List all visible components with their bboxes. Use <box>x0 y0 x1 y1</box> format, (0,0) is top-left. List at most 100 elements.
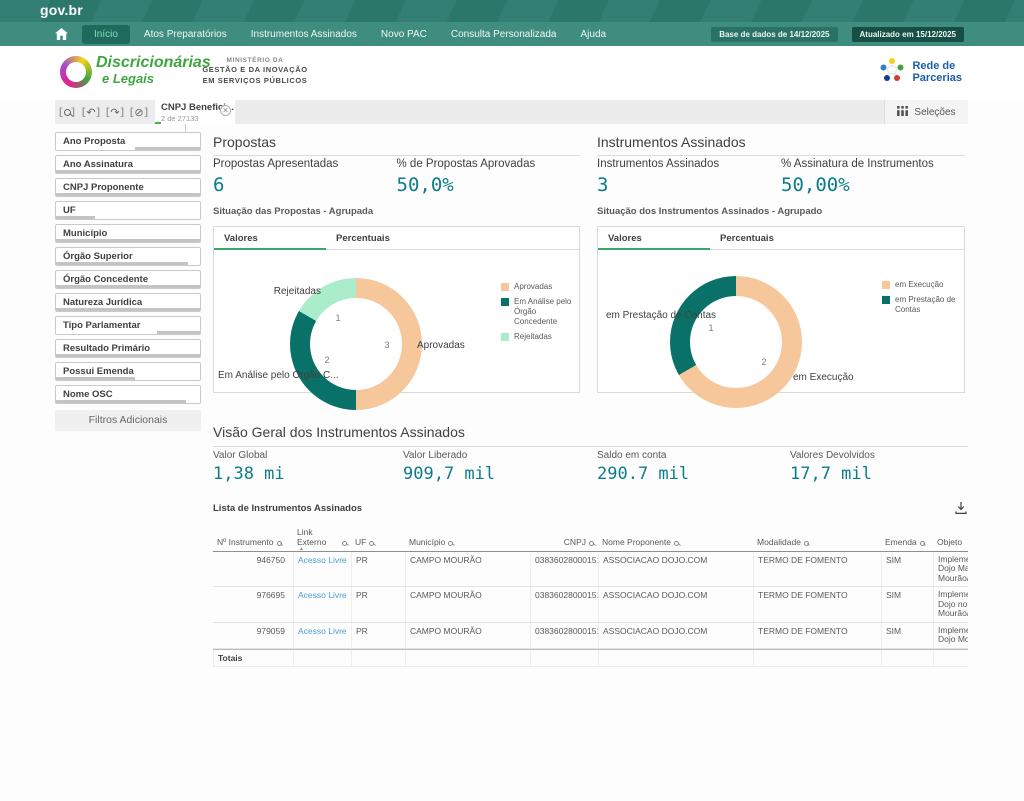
column-search-icon[interactable] <box>589 541 594 546</box>
kpi-valor-liberado: Valor Liberado 909,7 mil <box>403 450 495 484</box>
cell-n-instrumento[interactable]: 979059 <box>213 623 293 648</box>
nav-item-atos-preparatorios[interactable]: Atos Preparatórios <box>134 25 237 44</box>
filter-uf[interactable]: UF <box>55 201 201 220</box>
filter-ano-assinatura[interactable]: Ano Assinatura <box>55 155 201 174</box>
cell-link-externo[interactable]: Acesso Livre <box>293 587 351 622</box>
legend-item-em-analise-pelo-orgao-concedente[interactable]: Em Análise pelo ÓrgãoConcedente <box>501 297 579 327</box>
cell-emenda[interactable]: SIM <box>881 587 933 622</box>
cell-emenda[interactable]: SIM <box>881 623 933 648</box>
cell-n-instrumento[interactable]: 976695 <box>213 587 293 622</box>
cell-uf[interactable]: PR <box>351 552 405 587</box>
cell-municipio[interactable]: CAMPO MOURÃO <box>405 587 530 622</box>
cell-cnpj[interactable]: 03836028000151 <box>530 552 598 587</box>
selection-chip-cnpj-beneficiario[interactable]: CNPJ Benefici... 2 de 27133 ✕ <box>155 100 235 124</box>
filter-possui-emenda[interactable]: Possui Emenda <box>55 362 201 381</box>
home-icon[interactable] <box>55 28 68 40</box>
cell-nome-proponente[interactable]: ASSOCIACAO DOJO.COM <box>598 552 753 587</box>
cell-link-externo[interactable]: Acesso Livre <box>293 623 351 648</box>
propostas-section: Propostas Propostas Apresentadas 6 % de … <box>213 134 580 156</box>
column-search-icon[interactable] <box>342 541 347 546</box>
instrumentos-donut-chart[interactable] <box>670 276 802 408</box>
cell-nome-proponente[interactable]: ASSOCIACAO DOJO.COM <box>598 623 753 648</box>
instrumentos-chart-title: Situação dos Instrumentos Assinados - Ag… <box>597 206 822 217</box>
tab-percentuais[interactable]: Percentuais <box>710 227 822 249</box>
filter-tipo-parlamentar[interactable]: Tipo Parlamentar <box>55 316 201 335</box>
table-header-row: Nº InstrumentoLink Externo▲ UF MunicípioCN… <box>213 526 968 552</box>
legend-item-aprovadas[interactable]: Aprovadas <box>501 282 579 292</box>
tab-valores[interactable]: Valores <box>598 227 710 249</box>
ministry-line-2: GESTÃO E DA INOVAÇÃO <box>196 65 314 76</box>
column-search-icon[interactable] <box>920 541 925 546</box>
nav-item-instrumentos-assinados[interactable]: Instrumentos Assinados <box>241 25 367 44</box>
cell-municipio[interactable]: CAMPO MOURÃO <box>405 552 530 587</box>
cell-municipio[interactable]: CAMPO MOURÃO <box>405 623 530 648</box>
filter-municipio[interactable]: Município <box>55 224 201 243</box>
cell-objeto[interactable]: ImplementaDojo Movim <box>933 623 968 648</box>
filter-scrollbar <box>56 239 200 242</box>
cell-modalidade[interactable]: TERMO DE FOMENTO <box>753 587 881 622</box>
sort-ascending-icon[interactable]: ▲ <box>299 546 304 552</box>
column-header-uf[interactable]: UF <box>351 536 405 551</box>
filter-orgao-superior[interactable]: Órgão Superior <box>55 247 201 266</box>
kpi-label: Valores Devolvidos <box>790 450 875 461</box>
cell-link-externo[interactable]: Acesso Livre <box>293 552 351 587</box>
cell-emenda[interactable]: SIM <box>881 552 933 587</box>
legend-swatch <box>882 296 890 304</box>
nav-item-inicio[interactable]: Início <box>82 25 130 44</box>
selection-chip-count: 2 de 27133 <box>161 114 229 123</box>
cell-n-instrumento[interactable]: 946750 <box>213 552 293 587</box>
legend-item-em-prestacao-de-contas[interactable]: em Prestação de Contas <box>882 295 964 315</box>
legend-item-em-execucao[interactable]: em Execução <box>882 280 964 290</box>
column-search-icon[interactable] <box>369 541 374 546</box>
filter-nome-osc[interactable]: Nome OSC <box>55 385 201 404</box>
nav-item-novo-pac[interactable]: Novo PAC <box>371 25 437 44</box>
step-forward-icon[interactable]: [↷] <box>103 100 127 124</box>
cell-modalidade[interactable]: TERMO DE FOMENTO <box>753 552 881 587</box>
cell-objeto[interactable]: ImplementaDojo no EspMourão/PR <box>933 587 968 622</box>
column-header-modalidade[interactable]: Modalidade <box>753 536 881 551</box>
column-header-municipio[interactable]: Município <box>405 536 530 551</box>
cell-cnpj[interactable]: 03836028000151 <box>530 623 598 648</box>
clear-selections-icon[interactable]: [⊘] <box>127 100 151 124</box>
smart-search-icon[interactable]: [] <box>55 100 79 124</box>
selections-grid-icon <box>897 106 908 119</box>
additional-filters-button[interactable]: Filtros Adicionais <box>55 410 201 431</box>
kpi-valor-global: Valor Global 1,38 mi <box>213 450 285 484</box>
filter-resultado-primario[interactable]: Resultado Primário <box>55 339 201 358</box>
instrumentos-table-section: Lista de Instrumentos Assinados Nº Instr… <box>213 503 968 514</box>
column-header-cnpj[interactable]: CNPJ <box>530 536 598 551</box>
column-search-icon[interactable] <box>448 541 453 546</box>
chip-close-icon[interactable]: ✕ <box>220 105 231 116</box>
cell-modalidade[interactable]: TERMO DE FOMENTO <box>753 623 881 648</box>
download-icon[interactable] <box>954 501 968 520</box>
filter-natureza-juridica[interactable]: Natureza Jurídica <box>55 293 201 312</box>
cell-cnpj[interactable]: 03836028000151 <box>530 587 598 622</box>
propostas-donut-chart[interactable] <box>290 278 422 410</box>
kpi-value: 50,00% <box>781 174 965 196</box>
filter-cnpj-proponente[interactable]: CNPJ Proponente <box>55 178 201 197</box>
cell-uf[interactable]: PR <box>351 587 405 622</box>
column-search-icon[interactable] <box>277 541 282 546</box>
column-header-emenda[interactable]: Emenda <box>881 536 933 551</box>
filter-scrollbar <box>56 377 135 380</box>
cell-nome-proponente[interactable]: ASSOCIACAO DOJO.COM <box>598 587 753 622</box>
filter-orgao-concedente[interactable]: Órgão Concedente <box>55 270 201 289</box>
selections-button[interactable]: Seleções <box>884 100 968 124</box>
column-label: UF <box>355 538 366 548</box>
column-search-icon[interactable] <box>674 541 679 546</box>
step-back-icon[interactable]: [↶] <box>79 100 103 124</box>
column-search-icon[interactable] <box>804 541 809 546</box>
nav-item-ajuda[interactable]: Ajuda <box>570 25 616 44</box>
legend-item-rejeitadas[interactable]: Rejeitadas <box>501 332 579 342</box>
column-header-link-externo[interactable]: Link Externo▲ <box>293 526 351 551</box>
cell-uf[interactable]: PR <box>351 623 405 648</box>
tab-valores[interactable]: Valores <box>214 227 326 249</box>
ministry-logo: MINISTÉRIO DA GESTÃO E DA INOVAÇÃO EM SE… <box>196 56 314 86</box>
column-header-n-instrumento[interactable]: Nº Instrumento <box>213 536 293 551</box>
column-header-nome-proponente[interactable]: Nome Proponente <box>598 536 753 551</box>
filter-ano-proposta[interactable]: Ano Proposta <box>55 132 201 151</box>
tab-percentuais[interactable]: Percentuais <box>326 227 438 249</box>
cell-objeto[interactable]: ImplementaDojo Mais EMourão/PR <box>933 552 968 587</box>
nav-item-consulta-personalizada[interactable]: Consulta Personalizada <box>441 25 567 44</box>
column-header-objeto[interactable]: Objeto <box>933 536 968 551</box>
